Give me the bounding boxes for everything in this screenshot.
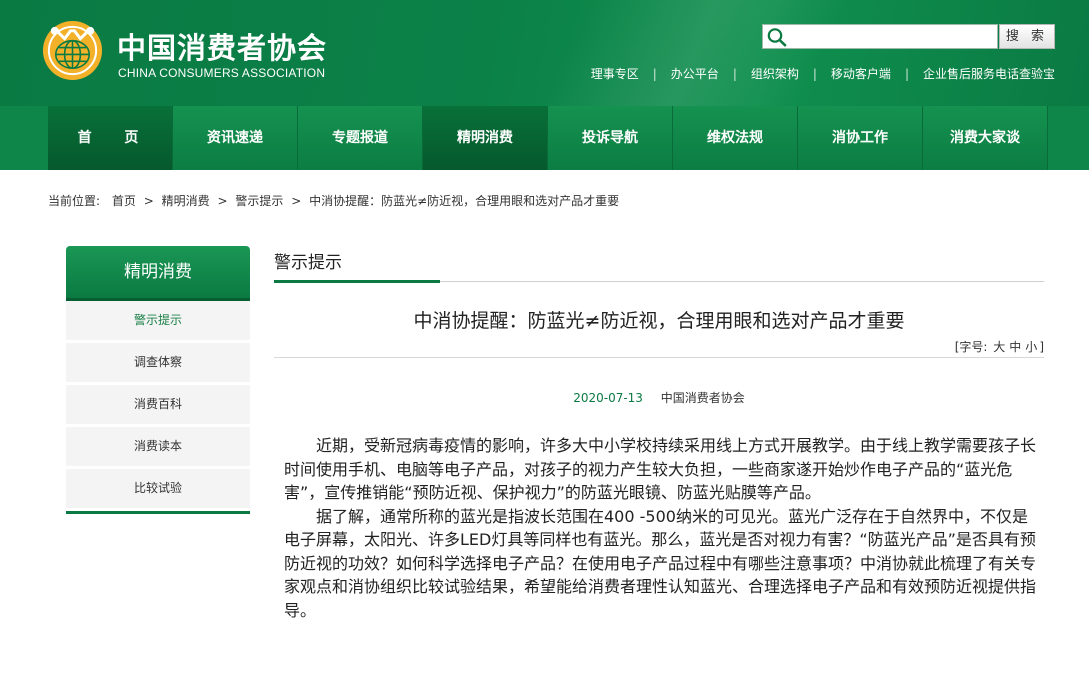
sidebar-item-comparison-tests[interactable]: 比较试验 — [66, 469, 250, 511]
sidebar-item-surveys[interactable]: 调查体察 — [66, 343, 250, 385]
font-size-close: ] — [1039, 340, 1044, 354]
top-link-council[interactable]: 理事专区 — [591, 65, 639, 82]
sidebar-item-encyclopedia[interactable]: 消费百科 — [66, 385, 250, 427]
sidebar-item-readers[interactable]: 消费读本 — [66, 427, 250, 469]
top-link-organization[interactable]: 组织架构 — [751, 65, 799, 82]
nav-item-features[interactable]: 专题报道 — [298, 106, 423, 170]
sidebar-title: 精明消费 — [66, 246, 250, 301]
article-body: 近期，受新冠病毒疫情的影响，许多大中小学校持续采用线上方式开展教学。由于线上教学… — [284, 434, 1036, 622]
top-link-service-lookup[interactable]: 企业售后服务电话查验宝 — [923, 65, 1055, 82]
nav-item-laws[interactable]: 维权法规 — [673, 106, 798, 170]
top-link-office[interactable]: 办公平台 — [671, 65, 719, 82]
breadcrumb-warnings[interactable]: 警示提示 — [235, 194, 283, 208]
nav-item-complaints[interactable]: 投诉导航 — [548, 106, 673, 170]
breadcrumb-current: 中消协提醒：防蓝光≠防近视，合理用眼和选对产品才重要 — [309, 194, 620, 208]
article-date: 2020-07-13 — [573, 391, 643, 405]
search-button[interactable]: 搜 索 — [999, 24, 1055, 49]
org-name-en: CHINA CONSUMERS ASSOCIATION — [118, 66, 326, 80]
font-size-label: [字号: — [954, 340, 988, 354]
font-size-medium-link[interactable]: 中 — [1009, 340, 1021, 354]
sidebar-item-warnings[interactable]: 警示提示 — [66, 301, 250, 343]
article-meta: 2020-07-13 中国消费者协会 — [274, 389, 1044, 406]
search-box — [762, 24, 998, 49]
section-divider-accent — [274, 280, 440, 283]
article-paragraph: 据了解，通常所称的蓝光是指波长范围在400 -500纳米的可见光。蓝光广泛存在于… — [284, 506, 1037, 620]
top-link-mobile[interactable]: 移动客户端 — [831, 65, 891, 82]
search-input[interactable] — [789, 27, 989, 46]
article-title: 中消协提醒：防蓝光≠防近视，合理用眼和选对产品才重要 — [413, 310, 905, 332]
cca-logo-icon[interactable] — [41, 19, 104, 82]
nav-item-association-work[interactable]: 消协工作 — [798, 106, 923, 170]
breadcrumb-smart-consumption[interactable]: 精明消费 — [162, 194, 210, 208]
search-icon — [767, 28, 787, 47]
article-paragraph: 近期，受新冠病毒疫情的影响，许多大中小学校持续采用线上方式开展教学。由于线上教学… — [284, 436, 1037, 502]
nav-item-home[interactable]: 首 页 — [48, 106, 173, 170]
font-size-large-link[interactable]: 大 — [993, 340, 1005, 354]
article-source: 中国消费者协会 — [660, 391, 745, 405]
main-nav: 首 页 资讯速递 专题报道 精明消费 投诉导航 维权法规 消协工作 消费大家谈 — [0, 106, 1089, 170]
section-title: 警示提示 — [274, 253, 342, 273]
top-links: 理事专区 | 办公平台 | 组织架构 | 移动客户端 | 企业售后服务电话查验宝 — [590, 65, 1055, 82]
title-divider — [274, 357, 1044, 358]
nav-item-smart-consumption[interactable]: 精明消费 — [423, 106, 548, 170]
breadcrumb-home[interactable]: 首页 — [112, 194, 136, 208]
site-header: 中国消费者协会 CHINA CONSUMERS ASSOCIATION 搜 索 … — [0, 0, 1089, 106]
font-size-small-link[interactable]: 小 — [1025, 340, 1037, 354]
org-name-cn[interactable]: 中国消费者协会 — [117, 25, 327, 67]
breadcrumb: 当前位置: 首页 > 精明消费 > 警示提示 > 中消协提醒：防蓝光≠防近视，合… — [48, 194, 620, 208]
nav-item-forum[interactable]: 消费大家谈 — [923, 106, 1048, 170]
sidebar: 精明消费 警示提示 调查体察 消费百科 消费读本 比较试验 — [66, 246, 250, 514]
font-size-control: [字号: 大中小] — [955, 338, 1044, 355]
breadcrumb-prefix: 当前位置: — [48, 194, 101, 208]
nav-item-news[interactable]: 资讯速递 — [173, 106, 298, 170]
